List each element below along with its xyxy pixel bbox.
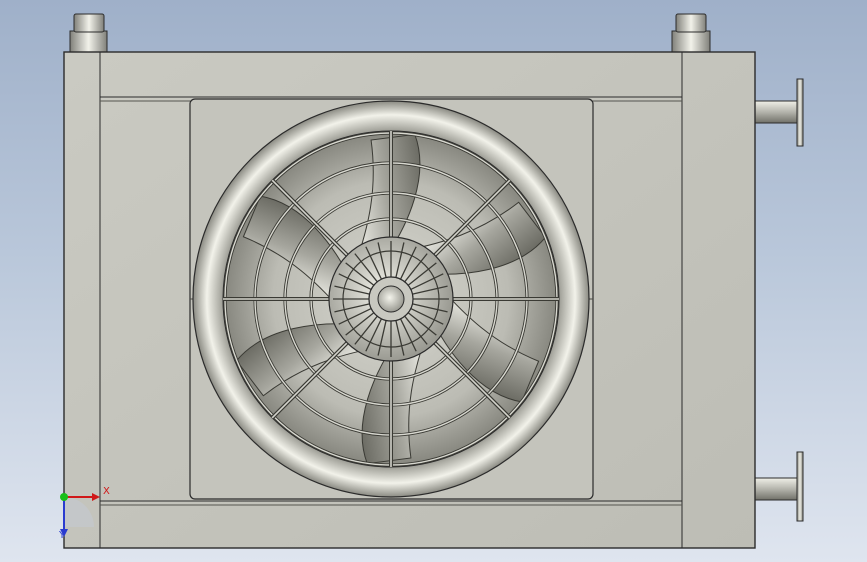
hub-center: [377, 285, 405, 313]
cooler-model-drawing: [60, 13, 804, 549]
top-fitting-right: [671, 13, 711, 53]
triad-x-label: X: [103, 486, 110, 497]
origin-dot: [60, 493, 68, 501]
pipe-flange-upper: [754, 78, 804, 147]
fan-hub: [328, 236, 454, 362]
cad-graphics-viewport[interactable]: X Y: [0, 0, 867, 562]
pipe-flange-lower: [754, 451, 804, 522]
triad-y-label: Y: [59, 530, 66, 541]
top-fitting-left: [69, 13, 108, 53]
